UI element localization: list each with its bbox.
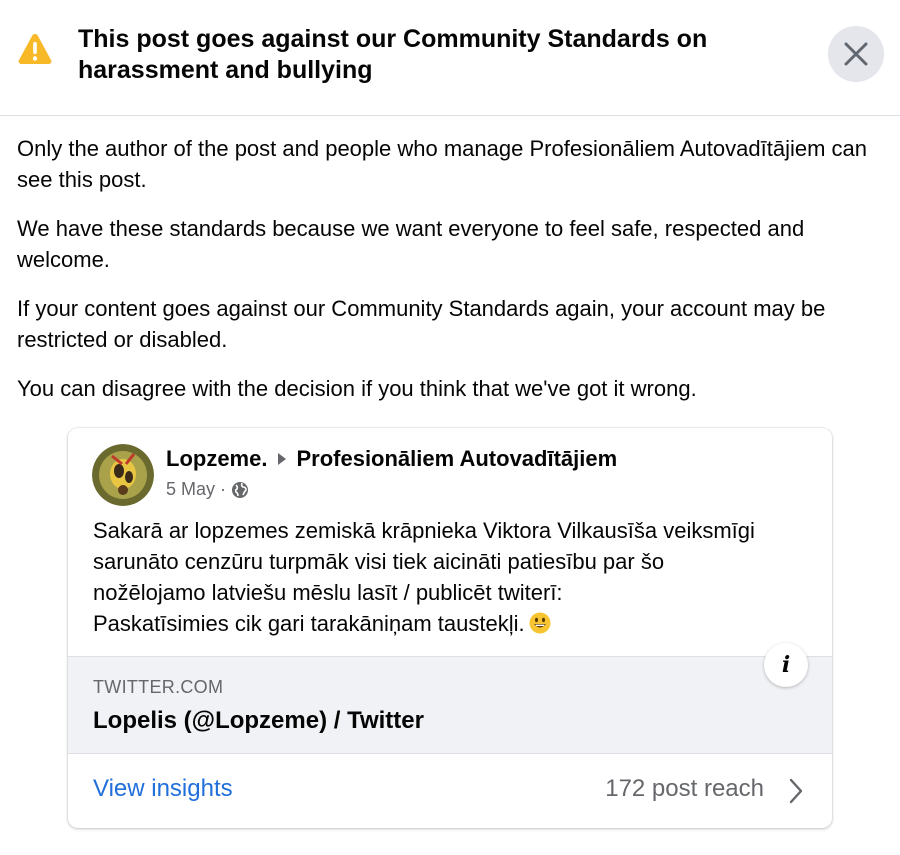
disagree-notice: You can disagree with the decision if yo… bbox=[17, 376, 697, 401]
post-text-line-last: Paskatīsimies cik gari tarakāniņam taust… bbox=[93, 608, 813, 642]
close-icon bbox=[844, 42, 868, 66]
link-title: Lopelis (@Lopzeme) / Twitter bbox=[93, 707, 424, 734]
post-text-line: nožēlojamo latviešu mēslu lasīt / public… bbox=[93, 580, 563, 605]
link-domain: TWITTER.COM bbox=[93, 677, 224, 697]
view-insights-link[interactable]: View insights bbox=[93, 775, 233, 803]
post-group[interactable]: Profesionāliem Autovadītājiem bbox=[296, 446, 617, 472]
dialog-body: Only the author of the post and people w… bbox=[17, 133, 887, 422]
globe-icon bbox=[232, 481, 249, 498]
grinning-face-emoji bbox=[529, 611, 551, 642]
post-text-line: Sakarā ar lopzemes zemiskā krāpnieka Vik… bbox=[93, 518, 755, 543]
restriction-warning: If your content goes against our Communi… bbox=[17, 296, 826, 352]
post-author[interactable]: Lopzeme. bbox=[166, 446, 267, 472]
post-card: Lopzeme. Profesionāliem Autovadītājiem 5… bbox=[68, 428, 832, 828]
post-text-line: Paskatīsimies cik gari tarakāniņam taust… bbox=[93, 611, 525, 636]
post-text: Sakarā ar lopzemes zemiskā krāpnieka Vik… bbox=[93, 515, 813, 642]
post-meta: 5 May · bbox=[166, 479, 249, 500]
close-button[interactable] bbox=[828, 26, 884, 82]
chevron-right-icon[interactable] bbox=[788, 778, 804, 809]
visibility-notice: Only the author of the post and people w… bbox=[17, 136, 867, 192]
post-date[interactable]: 5 May bbox=[166, 479, 215, 500]
post-reach: 172 post reach bbox=[605, 775, 764, 802]
standards-reason: We have these standards because we want … bbox=[17, 216, 805, 272]
dialog-header: This post goes against our Community Sta… bbox=[0, 0, 900, 116]
meta-separator: · bbox=[220, 479, 227, 499]
info-icon: i bbox=[781, 652, 791, 678]
triangle-right-icon bbox=[278, 453, 287, 465]
post-text-line: sarunāto cenzūru turpmāk visi tiek aicin… bbox=[93, 549, 665, 574]
avatar[interactable] bbox=[92, 444, 154, 506]
post-author-line: Lopzeme. Profesionāliem Autovadītājiem bbox=[166, 446, 617, 472]
warning-triangle-icon bbox=[17, 32, 53, 66]
link-preview[interactable]: TWITTER.COM Lopelis (@Lopzeme) / Twitter bbox=[68, 656, 832, 754]
dialog-title: This post goes against our Community Sta… bbox=[78, 25, 708, 84]
insights-footer[interactable]: View insights 172 post reach bbox=[68, 754, 832, 828]
info-button[interactable]: i bbox=[764, 643, 808, 687]
